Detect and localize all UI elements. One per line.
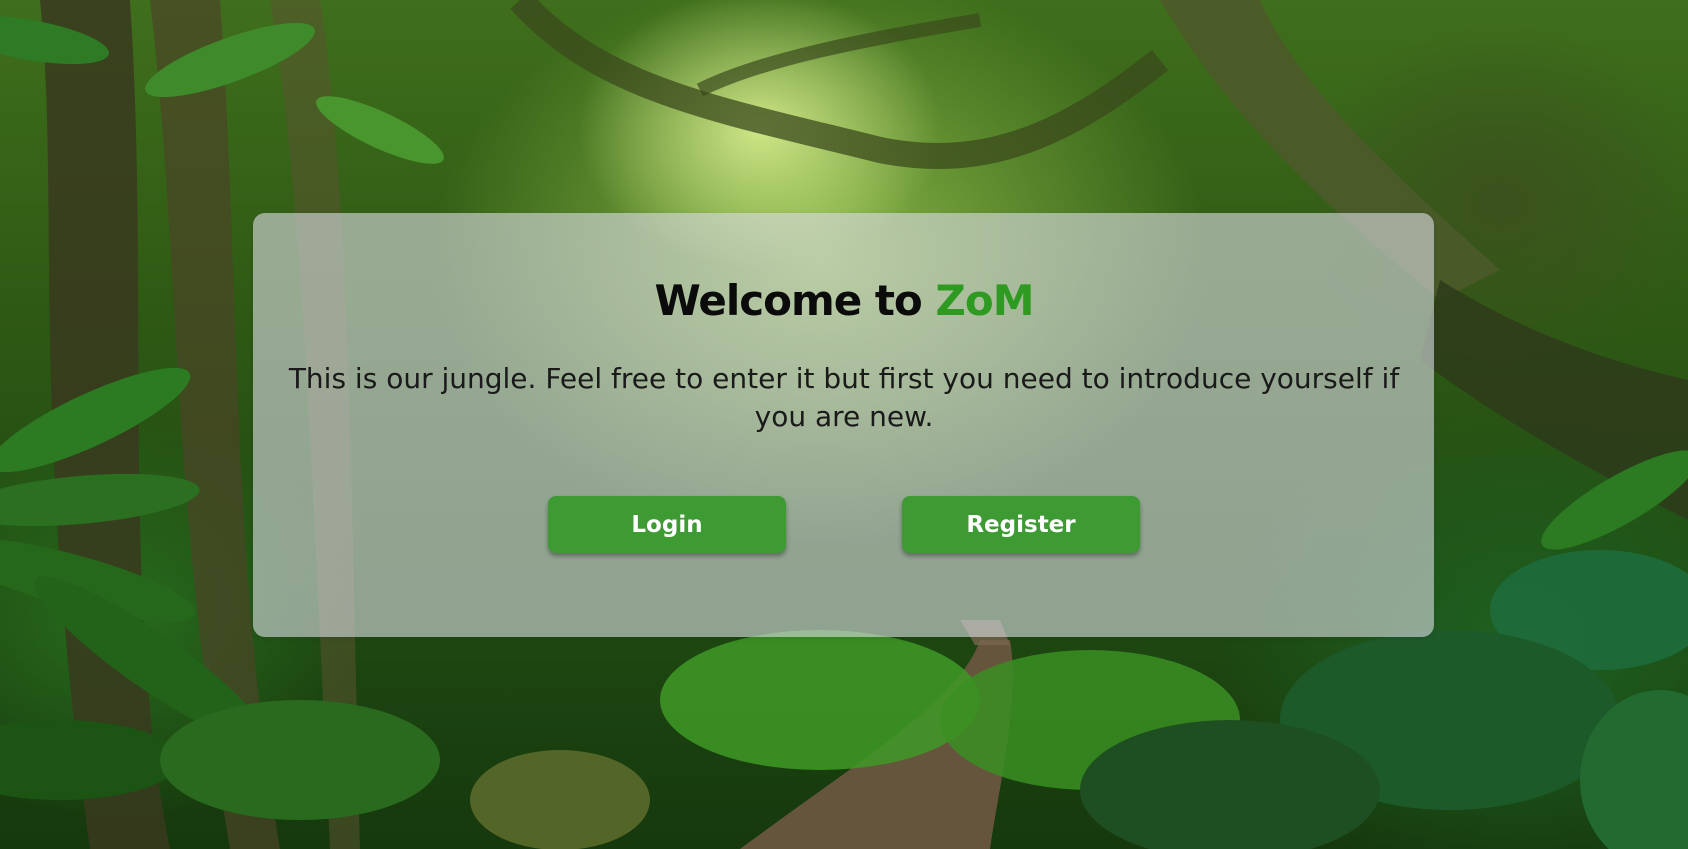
login-button[interactable]: Login xyxy=(548,496,786,553)
brand-name: ZoM xyxy=(935,276,1034,325)
welcome-message: This is our jungle. Feel free to enter i… xyxy=(288,362,1400,433)
welcome-title-prefix: Welcome to xyxy=(654,276,936,325)
welcome-title: Welcome to ZoM xyxy=(0,272,1688,330)
register-button[interactable]: Register xyxy=(902,496,1140,553)
